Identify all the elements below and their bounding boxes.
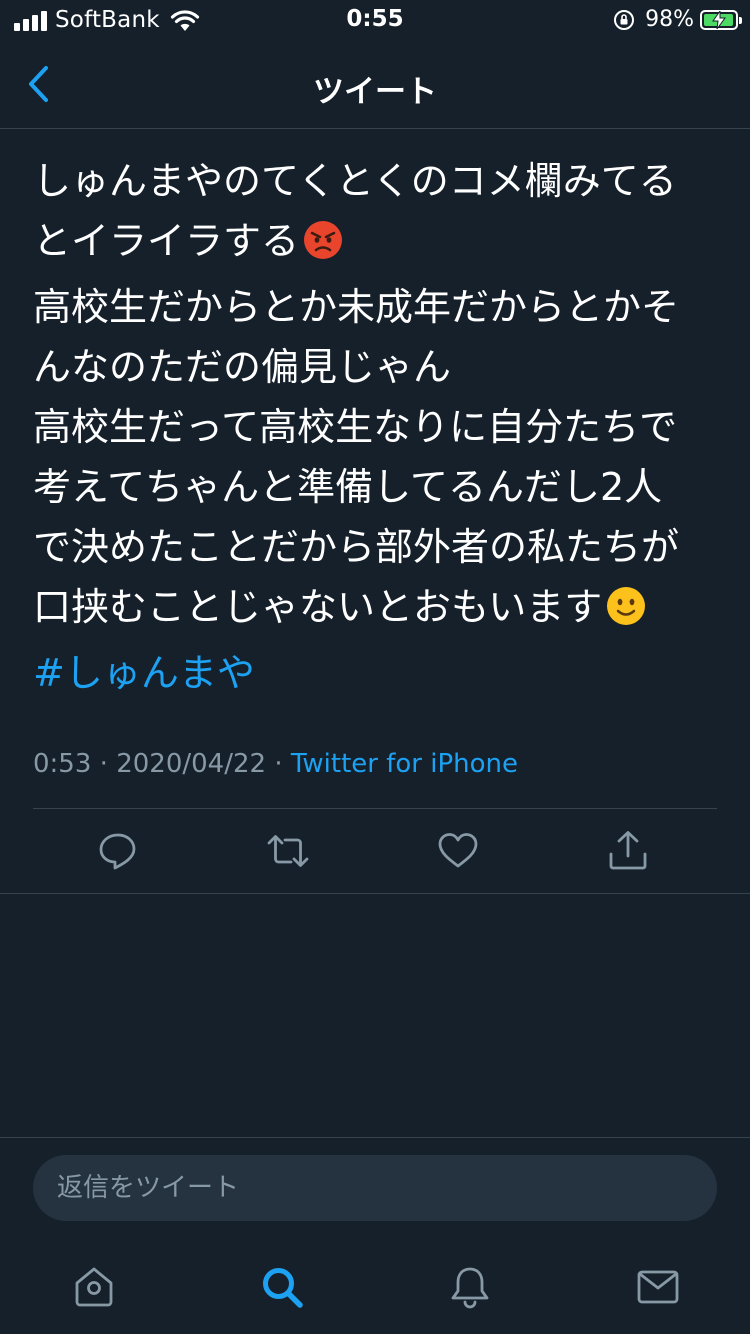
share-button[interactable]: [606, 829, 650, 873]
angry-face-emoji: [303, 217, 343, 277]
battery-icon: [700, 9, 742, 30]
tweet-source-link[interactable]: Twitter for iPhone: [291, 749, 518, 779]
search-icon: [263, 1268, 303, 1308]
tweet-line: 高校生だって高校生なりに自分たちで: [33, 405, 678, 449]
tweet-detail: しゅんまやのてくとくのコメ欄みてる とイライラする 高校生だからとか未成年だから…: [0, 129, 750, 894]
heart-icon: [438, 833, 478, 868]
like-button[interactable]: [436, 829, 480, 873]
charging-bolt-icon: [712, 10, 726, 29]
tab-notifications[interactable]: [447, 1264, 493, 1310]
tweet-line: 高校生だからとか未成年だからとかそ: [33, 285, 680, 329]
rotation-lock-icon: [614, 9, 635, 30]
tweet-time: 0:53: [33, 749, 92, 779]
slightly-smiling-face-emoji: [606, 583, 646, 643]
page-title: ツイート: [313, 74, 437, 110]
status-bar: SoftBank 0:55 98%: [0, 0, 750, 42]
mail-icon: [637, 1270, 679, 1304]
tweet-detail-screen: SoftBank 0:55 98% ツイート しゅんまやのてくとくのコメ欄みてる…: [0, 0, 750, 1334]
tweet-line: んなのただの偏見じゃん: [33, 345, 452, 389]
meta-separator: ·: [274, 749, 283, 779]
battery-tip: [739, 16, 742, 24]
tweet-meta: 0:53 · 2020/04/22 · Twitter for iPhone: [33, 749, 518, 779]
tweet-line: 口挟むことじゃないとおもいます: [33, 585, 603, 629]
share-icon: [609, 831, 647, 870]
status-bar-right: 98%: [613, 7, 742, 32]
retweet-button[interactable]: [266, 829, 310, 873]
tweet-line: しゅんまやのてくとくのコメ欄みてる: [33, 159, 677, 203]
tab-search[interactable]: [259, 1264, 305, 1310]
meta-separator: ·: [99, 749, 108, 779]
bottom-area: [0, 1137, 750, 1334]
nav-header: ツイート: [0, 42, 750, 129]
tab-home[interactable]: [71, 1264, 117, 1310]
tweet-date: 2020/04/22: [116, 749, 267, 779]
tweet-line: 考えてちゃんと準備してるんだし2人: [33, 465, 663, 509]
reply-icon: [99, 833, 136, 870]
reply-button[interactable]: [96, 829, 140, 873]
hashtag-link[interactable]: #しゅんまや: [33, 645, 255, 701]
tweet-text: しゅんまやのてくとくのコメ欄みてる とイライラする 高校生だからとか未成年だから…: [33, 151, 713, 643]
home-icon: [75, 1267, 113, 1307]
tweet-line: で決めたことだから部外者の私たちが: [33, 525, 680, 569]
tweet-line: とイライラする: [33, 219, 300, 263]
tab-messages[interactable]: [635, 1264, 681, 1310]
bell-icon: [451, 1267, 489, 1309]
reply-input[interactable]: [33, 1155, 717, 1221]
retweet-icon: [267, 835, 309, 867]
battery-percentage: 98%: [645, 7, 694, 32]
tweet-actions: [0, 809, 750, 894]
